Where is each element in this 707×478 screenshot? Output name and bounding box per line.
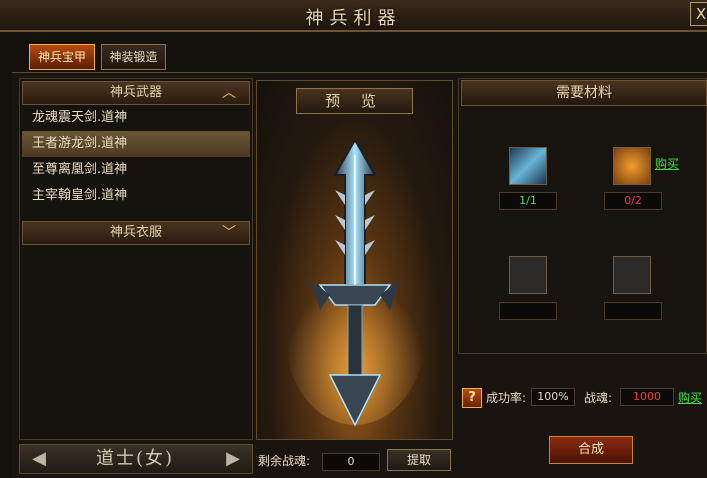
soul-cost-label: 战魂: (584, 391, 613, 405)
chevron-up-icon[interactable]: ︿ (218, 84, 240, 102)
buy-soul-link[interactable]: 购买 (678, 390, 702, 406)
window-title: 神兵利器 (305, 8, 402, 29)
empty-material-slot (509, 256, 547, 294)
arrow-right-icon[interactable]: ▶ (218, 448, 248, 470)
tab-equipment-forge[interactable]: 神装锻造 (101, 44, 166, 70)
sword-preview-icon (285, 137, 425, 427)
close-button[interactable]: X (690, 2, 707, 26)
weapon-list-item[interactable]: 主宰翰皇剑.道神 (22, 183, 250, 209)
success-rate-value: 100% (531, 388, 575, 406)
preview-title: 预 览 (296, 88, 413, 114)
sword-material-icon[interactable] (509, 147, 547, 185)
materials-panel (458, 78, 707, 354)
material-count (499, 302, 557, 320)
remain-soul-value: 0 (322, 453, 380, 471)
weapon-list-item-selected[interactable]: 王者游龙剑.道神 (22, 131, 250, 157)
material-count: 0/2 (604, 192, 662, 210)
arrow-left-icon[interactable]: ◀ (24, 448, 54, 470)
help-button[interactable]: ? (462, 388, 482, 408)
materials-title: 需要材料 (461, 80, 707, 106)
combine-button[interactable]: 合成 (549, 436, 633, 464)
clothes-section-header[interactable]: 神兵衣服 (22, 221, 250, 245)
class-label: 道士(女) (95, 448, 175, 469)
material-count: 1/1 (499, 192, 557, 210)
extract-button[interactable]: 提取 (387, 449, 451, 471)
soul-cost-value: 1000 (620, 388, 674, 406)
weapon-list-item[interactable]: 至尊离凰剑.道神 (22, 157, 250, 183)
scroll-material-icon[interactable] (613, 147, 651, 185)
empty-material-slot (613, 256, 651, 294)
success-rate-label: 成功率: (486, 391, 527, 405)
material-count (604, 302, 662, 320)
tab-divine-armor[interactable]: 神兵宝甲 (29, 44, 95, 70)
weapon-list-item[interactable]: 龙魂震天剑.道神 (22, 105, 250, 131)
buy-material-link[interactable]: 购买 (655, 156, 679, 172)
weapons-section-header[interactable]: 神兵武器 (22, 81, 250, 105)
chevron-down-icon[interactable]: ﹀ (218, 224, 240, 242)
